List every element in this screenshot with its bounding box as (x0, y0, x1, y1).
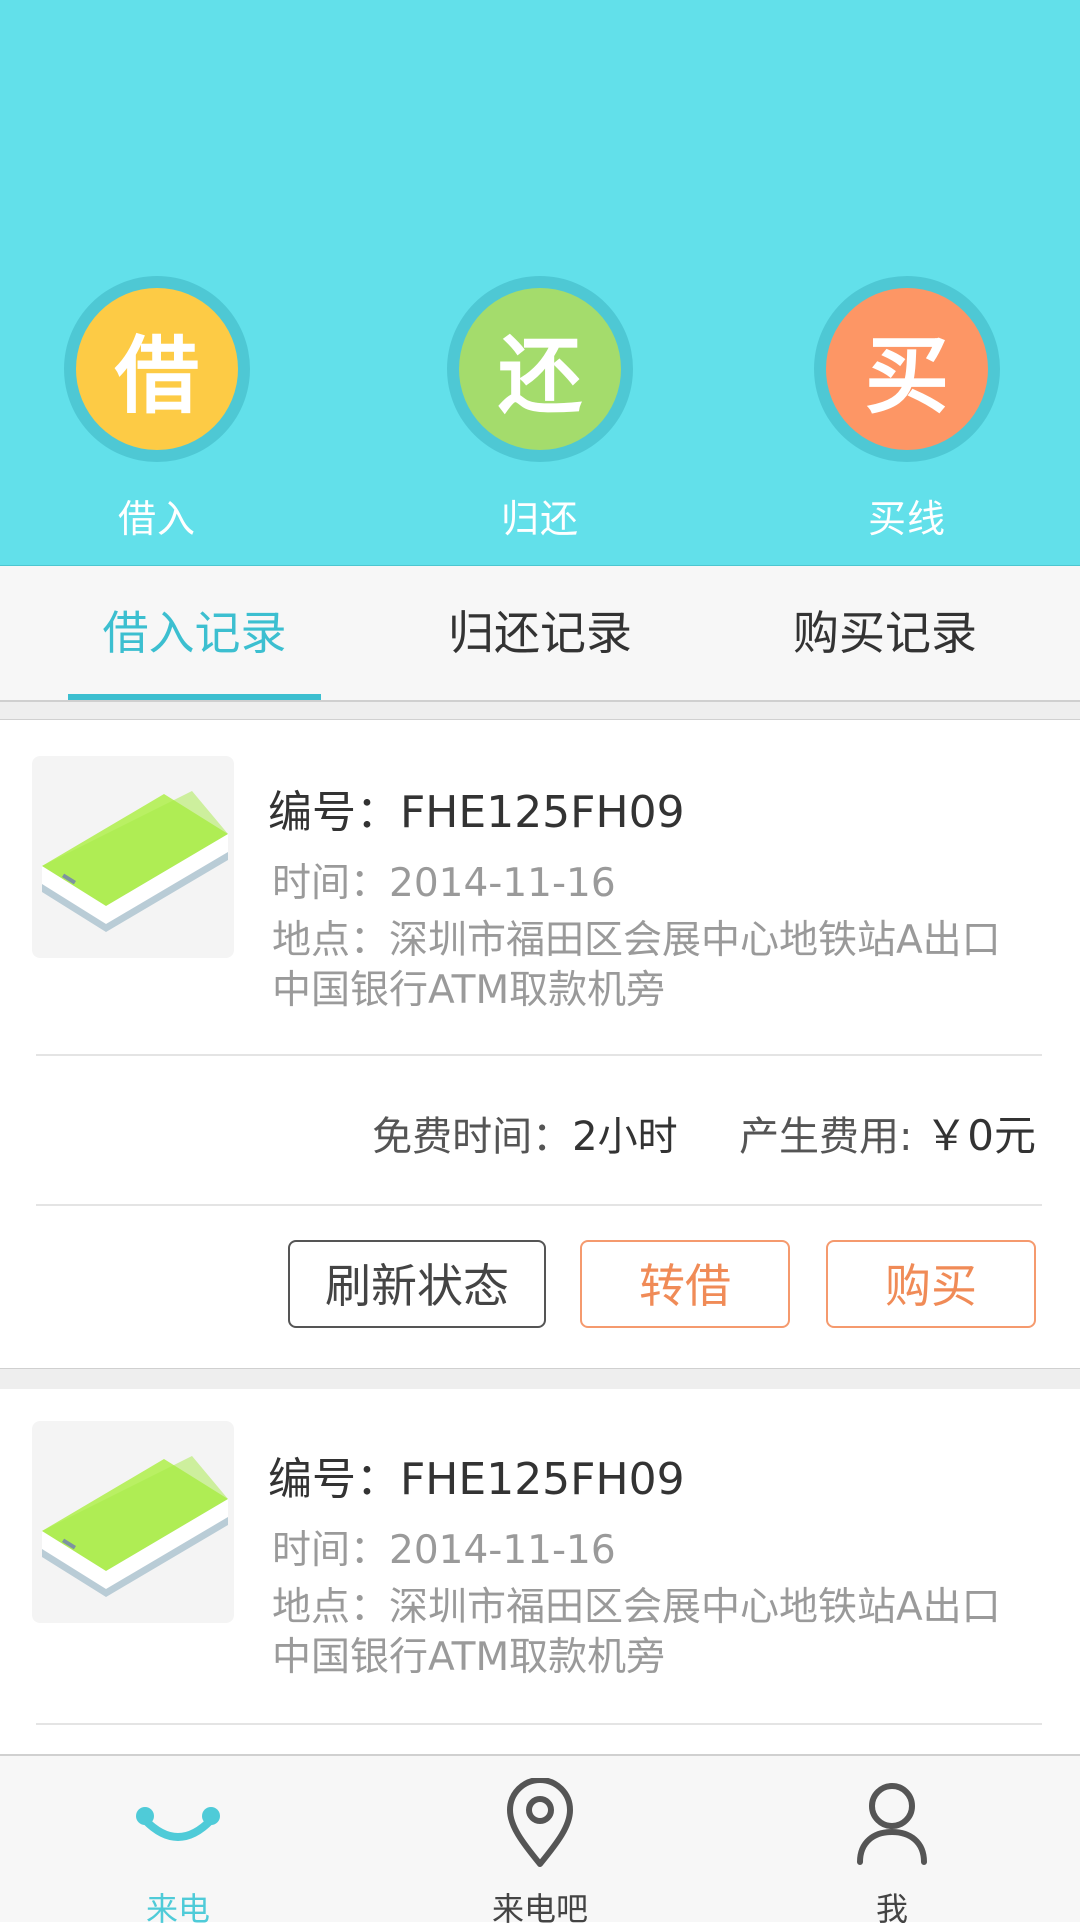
power-bank-image (32, 756, 234, 958)
section-separator (0, 702, 1080, 720)
record-id: 编号：FHE125FH09 (268, 787, 685, 838)
borrow-action[interactable]: 借 借入 (62, 276, 252, 541)
free-time-label: 免费时间： (372, 1114, 573, 1160)
record-time: 时间：2014-11-16 (272, 861, 616, 906)
record-place: 地点：深圳市福田区会展中心地铁站A出口 中国银行ATM取款机旁 (272, 916, 1052, 1016)
tab-borrow-records[interactable]: 借入记录 (68, 566, 321, 700)
refresh-status-button[interactable]: 刷新状态 (288, 1240, 546, 1328)
nav-item-stations[interactable]: 来电吧 (440, 1756, 640, 1928)
borrow-circle[interactable]: 借 (64, 276, 250, 462)
record-place-line1: 地点：深圳市福田区会展中心地铁站A出口 (272, 1585, 1001, 1630)
record-divider (36, 1204, 1042, 1206)
transfer-lend-button[interactable]: 转借 (580, 1240, 790, 1328)
record-divider (36, 1723, 1042, 1725)
purchase-button[interactable]: 购买 (826, 1240, 1036, 1328)
record-place: 地点：深圳市福田区会展中心地铁站A出口 中国银行ATM取款机旁 (272, 1583, 1052, 1683)
record-time: 时间：2014-11-16 (272, 1528, 616, 1573)
nav-item-me[interactable]: 我 (792, 1756, 992, 1928)
record-place-line1: 地点：深圳市福田区会展中心地铁站A出口 (272, 918, 1001, 963)
buy-cable-label: 买线 (867, 497, 946, 541)
buy-glyph: 买 (826, 288, 988, 450)
smile-icon (136, 1807, 220, 1841)
user-icon (857, 1783, 927, 1865)
nav-label-stations: 来电吧 (491, 1890, 588, 1928)
borrow-glyph: 借 (76, 288, 238, 450)
record-fees: 免费时间：2小时 产生费用: ￥0元 (372, 1102, 1036, 1163)
record-place-line2: 中国银行ATM取款机旁 (272, 968, 666, 1013)
return-glyph: 还 (459, 288, 621, 450)
record-tabs: 借入记录 归还记录 购买记录 (0, 566, 1080, 702)
bottom-navigation: 来电 来电吧 我 (0, 1754, 1080, 1928)
power-bank-image (32, 1421, 234, 1623)
return-action[interactable]: 还 归还 (445, 276, 635, 541)
section-separator (0, 1368, 1080, 1390)
return-label: 归还 (500, 497, 579, 541)
tab-purchase-records[interactable]: 购买记录 (765, 566, 1005, 700)
record-id: 编号：FHE125FH09 (268, 1454, 685, 1505)
tab-return-records[interactable]: 归还记录 (420, 566, 660, 700)
active-tab-indicator (68, 694, 321, 700)
record-card: 编号：FHE125FH09 时间：2014-11-16 地点：深圳市福田区会展中… (0, 720, 1080, 1368)
borrow-label: 借入 (117, 497, 196, 541)
record-divider (36, 1054, 1042, 1056)
buy-circle[interactable]: 买 (814, 276, 1000, 462)
return-circle[interactable]: 还 (447, 276, 633, 462)
location-pin-icon (507, 1778, 573, 1867)
record-place-line2: 中国银行ATM取款机旁 (272, 1635, 666, 1680)
header-banner: 借 借入 还 归还 买 买线 (0, 0, 1080, 566)
nav-item-home[interactable]: 来电 (78, 1756, 278, 1928)
fee-value: ￥0元 (925, 1111, 1036, 1160)
record-card: 编号：FHE125FH09 时间：2014-11-16 地点：深圳市福田区会展中… (0, 1389, 1080, 1753)
nav-label-me: 我 (875, 1890, 908, 1928)
fee-label: 产生费用: (739, 1114, 913, 1160)
nav-label-home: 来电 (145, 1890, 210, 1928)
buy-cable-action[interactable]: 买 买线 (812, 276, 1002, 541)
free-time-value: 2小时 (572, 1114, 678, 1160)
